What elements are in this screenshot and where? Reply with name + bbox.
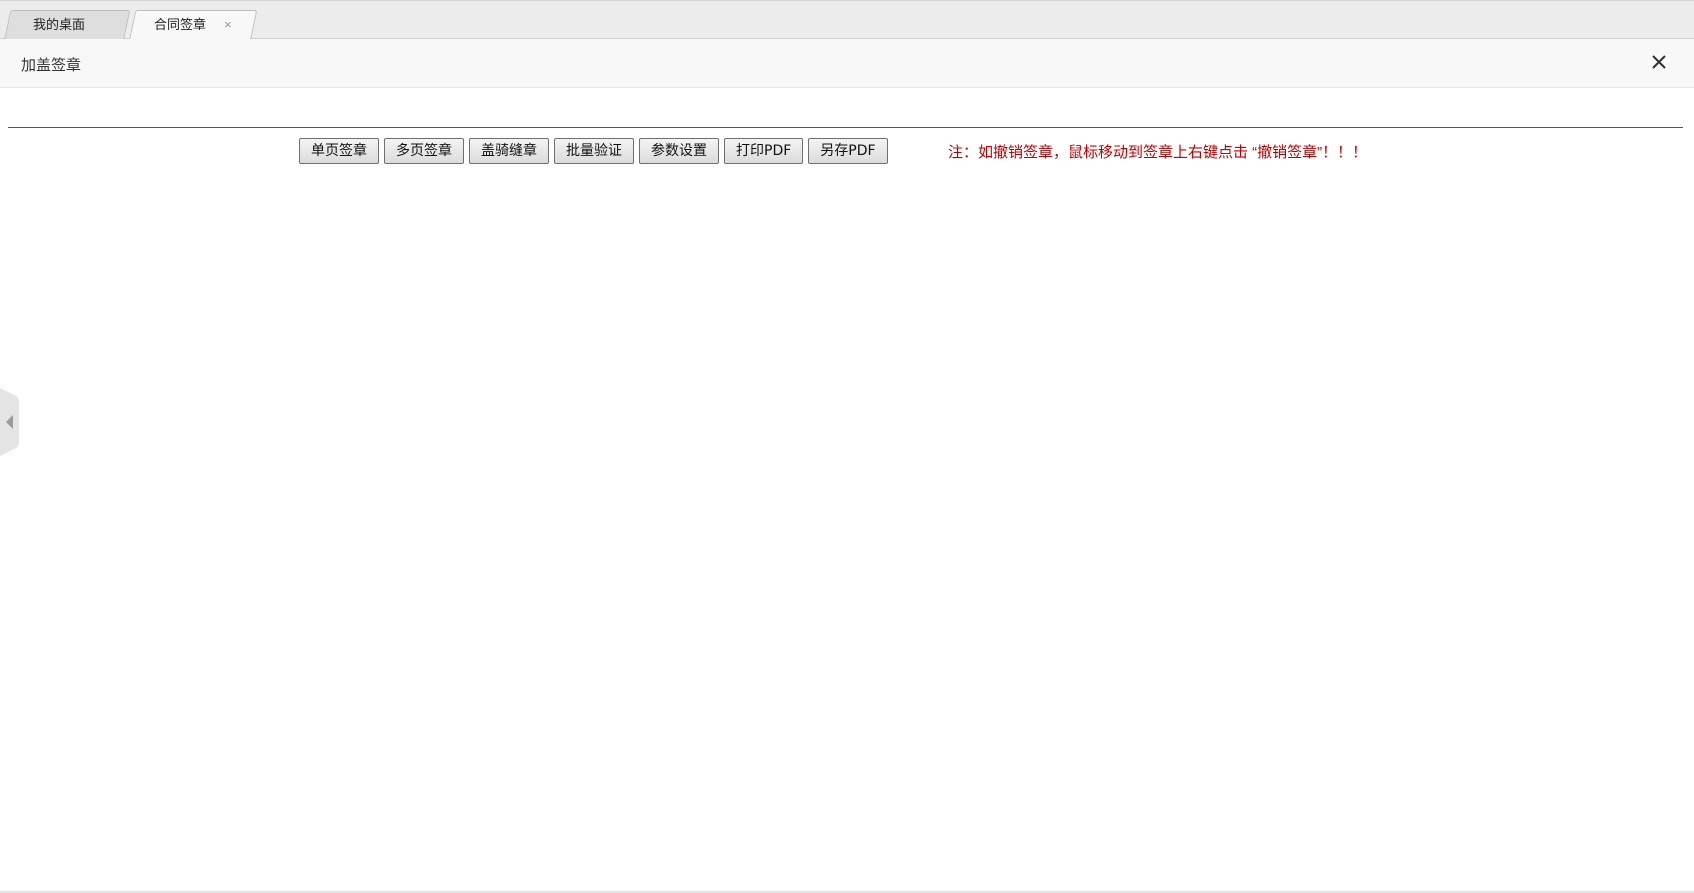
tab-bar: 我的桌面 合同签章 × <box>0 0 1694 40</box>
tab-my-desktop[interactable]: 我的桌面 <box>4 10 131 40</box>
side-panel-toggle[interactable] <box>0 388 19 456</box>
batch-verify-button[interactable]: 批量验证 <box>554 138 634 164</box>
separator-line <box>8 127 1683 128</box>
tab-contract-seal[interactable]: 合同签章 × <box>129 10 258 40</box>
dialog-title: 加盖签章 <box>21 57 82 74</box>
chevron-left-icon <box>0 388 19 456</box>
close-icon[interactable] <box>1646 49 1672 75</box>
page: 我的桌面 合同签章 × 加盖签章 单页签章 多页签章 盖骑缝章 批量验证 参数设… <box>0 0 1694 893</box>
parameter-settings-button[interactable]: 参数设置 <box>639 138 719 164</box>
revoke-seal-note: 注：如撤销签章，鼠标移动到签章上右键点击 “撤销签章”！！！ <box>948 144 1368 161</box>
seal-toolbar: 单页签章 多页签章 盖骑缝章 批量验证 参数设置 打印PDF 另存PDF <box>299 138 893 164</box>
save-as-pdf-button[interactable]: 另存PDF <box>808 138 888 164</box>
single-page-seal-button[interactable]: 单页签章 <box>299 138 379 164</box>
tab-close-icon[interactable]: × <box>224 10 232 40</box>
tab-label: 合同签章 <box>154 17 207 32</box>
print-pdf-button[interactable]: 打印PDF <box>724 138 804 164</box>
cross-page-seal-button[interactable]: 盖骑缝章 <box>469 138 549 164</box>
dialog-header: 加盖签章 <box>0 39 1694 88</box>
multi-page-seal-button[interactable]: 多页签章 <box>384 138 464 164</box>
tab-label: 我的桌面 <box>33 17 86 32</box>
